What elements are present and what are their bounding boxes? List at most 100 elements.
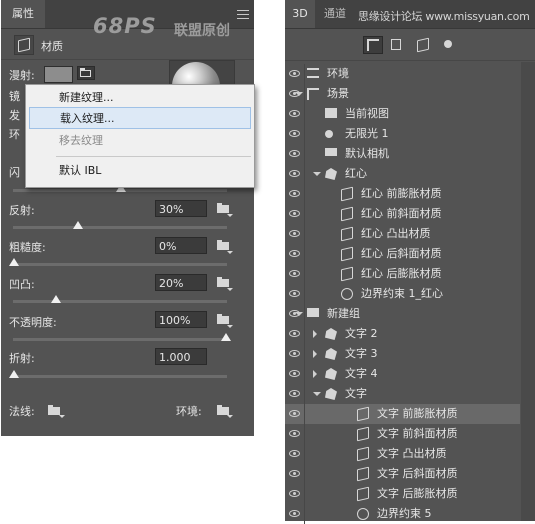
tab-3d[interactable]: 3D (285, 0, 315, 28)
material-type-icon[interactable] (14, 35, 34, 55)
layer-row[interactable]: 文字 后斜面材质 (285, 464, 520, 484)
layer-label: 文字 2 (345, 327, 378, 340)
layer-row[interactable]: 当前视图 (285, 104, 520, 124)
visibility-eye-icon[interactable] (285, 284, 305, 304)
chevron-right-icon[interactable] (313, 350, 317, 358)
chevron-down-icon[interactable] (295, 312, 303, 316)
constraint-icon (357, 508, 369, 520)
bump-slider-thumb[interactable] (51, 295, 61, 303)
chevron-down-icon (227, 325, 233, 328)
layer-row[interactable]: 新建组 (285, 304, 520, 324)
layer-row[interactable]: 文字 前膨胀材质 (285, 404, 520, 424)
visibility-eye-icon[interactable] (285, 184, 305, 204)
menu-item-new-texture[interactable]: 新建纹理... (26, 87, 254, 109)
chevron-right-icon[interactable] (313, 330, 317, 338)
panel-menu-icon[interactable] (237, 10, 249, 19)
visibility-eye-icon[interactable] (285, 324, 305, 344)
chevron-down-icon[interactable] (313, 172, 321, 176)
chevron-down-icon (59, 415, 65, 418)
visibility-eye-icon[interactable] (285, 264, 305, 284)
layer-row[interactable]: 文字 后膨胀材质 (285, 484, 520, 504)
chevron-down-icon[interactable] (313, 392, 321, 396)
refraction-slider-track[interactable] (13, 375, 227, 378)
menu-item-load-texture[interactable]: 载入纹理... (29, 107, 251, 129)
visibility-eye-icon[interactable] (285, 204, 305, 224)
bump-input[interactable]: 20% (155, 274, 207, 291)
visibility-eye-icon[interactable] (285, 424, 305, 444)
mesh-icon (325, 168, 337, 180)
layer-row[interactable]: 边界约束 1_红心 (285, 284, 520, 304)
visibility-eye-icon[interactable] (285, 364, 305, 384)
reflection-input[interactable]: 30% (155, 200, 207, 217)
layer-row[interactable]: 红心 凸出材质 (285, 224, 520, 244)
layer-row[interactable]: 文字 凸出材质 (285, 444, 520, 464)
visibility-eye-icon[interactable] (285, 464, 305, 484)
opacity-input[interactable]: 100% (155, 311, 207, 328)
menu-item-default-ibl[interactable]: 默认 IBL (26, 160, 254, 182)
visibility-eye-icon[interactable] (285, 124, 305, 144)
bump-slider-track[interactable] (13, 300, 227, 303)
layer-row[interactable]: 文字 2 (285, 324, 520, 344)
visibility-eye-icon[interactable] (285, 104, 305, 124)
visibility-eye-icon[interactable] (285, 344, 305, 364)
layer-row[interactable]: 红心 后膨胀材质 (285, 264, 520, 284)
layer-row[interactable]: 默认相机 (285, 144, 520, 164)
layer-row[interactable]: 红心 前膨胀材质 (285, 184, 520, 204)
visibility-eye-icon[interactable] (285, 484, 305, 504)
roughness-slider-track[interactable] (13, 263, 227, 266)
visibility-eye-icon[interactable] (285, 244, 305, 264)
layer-row[interactable]: 红心 前斜面材质 (285, 204, 520, 224)
visibility-eye-icon[interactable] (285, 404, 305, 424)
layer-row[interactable]: 红心 后斜面材质 (285, 244, 520, 264)
bump-folder-icon[interactable] (217, 277, 229, 287)
diffuse-texture-button[interactable] (77, 66, 95, 80)
normal-folder-icon[interactable] (48, 405, 60, 415)
layer-row[interactable]: 文字 3 (285, 344, 520, 364)
layer-row[interactable]: 无限光 1 (285, 124, 520, 144)
visibility-eye-icon[interactable] (285, 444, 305, 464)
opacity-slider-thumb[interactable] (221, 333, 231, 341)
opacity-label: 不透明度: (9, 316, 57, 329)
roughness-folder-icon[interactable] (217, 240, 229, 250)
reflection-folder-icon[interactable] (217, 203, 229, 213)
roughness-slider-thumb[interactable] (9, 258, 19, 266)
light-filter-icon[interactable] (438, 36, 458, 54)
reflection-slider-track[interactable] (13, 226, 227, 229)
constraint-icon (341, 288, 353, 300)
visibility-eye-icon[interactable] (285, 384, 305, 404)
layer-row[interactable]: 文字 前斜面材质 (285, 424, 520, 444)
roughness-input[interactable]: 0% (155, 237, 207, 254)
opacity-folder-icon[interactable] (217, 314, 229, 324)
material-filter-icon[interactable] (413, 36, 433, 54)
layer-row[interactable]: 文字 4 (285, 364, 520, 384)
diffuse-color-swatch[interactable] (44, 66, 73, 83)
layer-row[interactable]: 红心 (285, 164, 520, 184)
visibility-eye-icon[interactable] (285, 144, 305, 164)
layer-row[interactable]: 文字 (285, 384, 520, 404)
chevron-right-icon[interactable] (313, 370, 317, 378)
mesh-icon (325, 328, 337, 340)
environment-folder-icon[interactable] (217, 405, 229, 415)
layer-row[interactable]: 环境 (285, 64, 520, 84)
visibility-eye-icon[interactable] (285, 504, 305, 524)
refraction-input[interactable]: 1.000 (155, 348, 207, 365)
layer-list-scrollbar[interactable] (521, 62, 535, 521)
reflection-slider-thumb[interactable] (73, 221, 83, 229)
mesh-filter-icon[interactable] (387, 36, 407, 54)
chevron-down-icon[interactable] (295, 92, 303, 96)
tab-channels[interactable]: 通道 (315, 0, 355, 28)
visibility-eye-icon[interactable] (285, 224, 305, 244)
layer-label: 红心 前膨胀材质 (361, 187, 442, 200)
visibility-eye-icon[interactable] (285, 164, 305, 184)
layer-row[interactable]: 边界约束 5 (285, 504, 520, 524)
layer-label: 文字 3 (345, 347, 378, 360)
tab-properties[interactable]: 属性 (1, 0, 45, 28)
opacity-slider-track[interactable] (13, 338, 227, 341)
material-icon (357, 446, 369, 462)
whole-scene-filter-icon[interactable] (363, 36, 383, 54)
layer-row[interactable]: 场景 (285, 84, 520, 104)
visibility-eye-icon[interactable] (285, 64, 305, 84)
mesh-icon (325, 368, 337, 380)
refraction-slider-thumb[interactable] (9, 370, 19, 378)
menu-item-remove-texture[interactable]: 移去纹理 (26, 130, 254, 152)
